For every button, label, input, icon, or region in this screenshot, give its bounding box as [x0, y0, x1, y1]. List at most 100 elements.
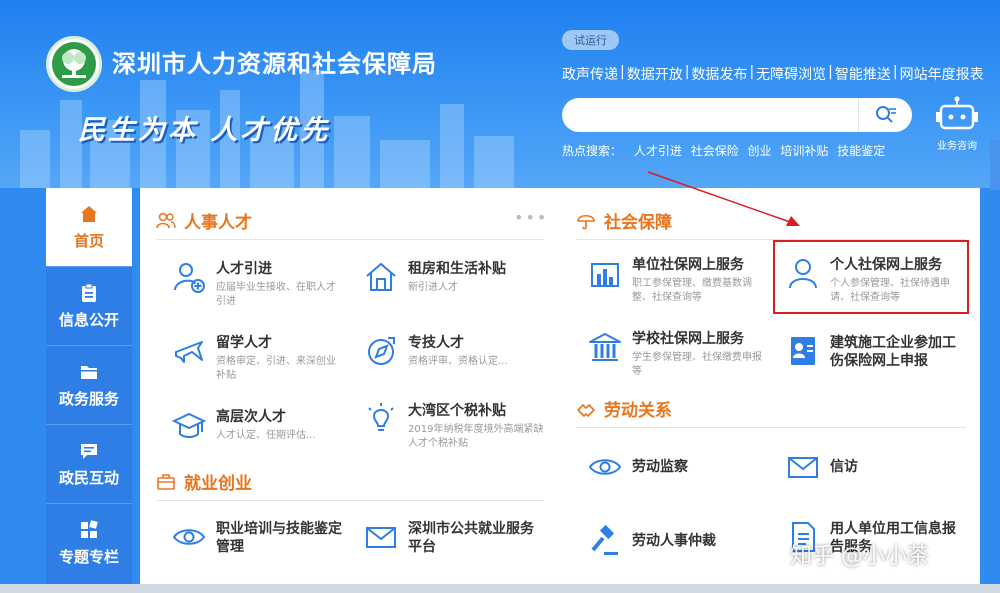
service-item-high-level-talent[interactable]: 高层次人才人才认定、任期评估... — [172, 408, 342, 443]
nav-label: 政民互动 — [58, 468, 119, 487]
eye-icon — [172, 529, 206, 545]
item-title: 留学人才 — [216, 335, 272, 351]
compass-icon — [368, 337, 395, 365]
nav-label: 信息公开 — [58, 310, 119, 329]
person-icon — [789, 259, 817, 289]
chat-icon — [81, 443, 97, 459]
service-item-school-social-security[interactable]: 学校社保网上服务 学生参保管理、社保缴费申报等 — [588, 330, 764, 379]
item-title: 学校社保网上服务 — [632, 331, 744, 347]
item-desc: 人才认定、任期评估... — [216, 430, 316, 441]
site-title[interactable]: 深圳市人力资源和社会保障局 — [112, 44, 437, 79]
folder-icon — [81, 365, 97, 379]
item-title: 租房和生活补贴 — [408, 261, 506, 277]
watermark: 知乎 @小小茶 — [790, 544, 929, 569]
clipboard-icon — [82, 283, 96, 302]
item-desc: 资格审定、引进、来深创业补贴 — [216, 356, 336, 381]
nav-item-info-disclosure[interactable]: 信息公开 — [46, 267, 132, 346]
user-add-icon — [174, 263, 205, 293]
section-title: 人事人才 — [184, 213, 252, 233]
item-title: 大湾区个税补贴 — [408, 403, 506, 419]
hot-search-item[interactable]: 社会保险 — [691, 144, 739, 158]
item-title: 职业培训与技能鉴定管理 — [216, 521, 342, 555]
hot-search-item[interactable]: 人才引进 — [634, 144, 682, 158]
service-item-overseas-talent[interactable]: 留学人才资格审定、引进、来深创业补贴 — [172, 334, 342, 383]
top-link-data-open[interactable]: 数据开放 — [627, 64, 683, 84]
nav-label: 专题专栏 — [58, 548, 119, 566]
robot-icon — [936, 96, 978, 130]
trial-badge: 试运行 — [562, 30, 619, 50]
section-labor-relations-header: 劳动关系 — [576, 396, 966, 428]
side-float-tab[interactable] — [990, 140, 1000, 190]
consult-robot-button[interactable]: 业务咨询 — [932, 96, 982, 152]
service-item-rent-subsidy[interactable]: 租房和生活补贴新引进人才 — [364, 260, 544, 295]
nav-item-special-topics[interactable]: 专题专栏 — [46, 504, 132, 583]
service-item-gba-tax-subsidy[interactable]: 大湾区个税补贴 2019年纳税年度境外高端紧缺人才个税补贴 — [364, 402, 548, 451]
nav-item-home[interactable]: 首页 — [46, 188, 132, 267]
more-dots-icon[interactable]: ••• — [514, 208, 548, 227]
section-talent-header: 人事人才 — [156, 208, 544, 240]
item-title: 建筑施工企业参加工伤保险网上申报 — [830, 335, 956, 369]
service-item-labor-inspection[interactable]: 劳动监察 — [588, 450, 764, 484]
service-item-vocational-training[interactable]: 职业培训与技能鉴定管理 — [172, 520, 342, 556]
main-panel: 人事人才 ••• 人才引进应届毕业生接收、在职人才引进 租房和生活补贴新引进人才… — [140, 188, 980, 584]
handshake-icon — [577, 403, 595, 417]
hot-search-item[interactable]: 创业 — [748, 144, 772, 158]
top-link-annual-report[interactable]: 网站年度报表 — [900, 64, 984, 84]
item-desc: 个人参保管理、社保待遇申请、社保查询等 — [830, 278, 950, 303]
item-title: 劳动监察 — [632, 459, 688, 475]
school-icon — [589, 333, 621, 361]
search-icon — [875, 106, 896, 123]
umbrella-icon — [577, 214, 595, 229]
house-icon — [366, 262, 396, 291]
item-title: 人才引进 — [216, 261, 272, 277]
hot-search-item[interactable]: 技能鉴定 — [837, 144, 885, 158]
home-icon — [81, 205, 97, 222]
bottom-scroll-bar[interactable] — [0, 584, 1000, 593]
search-button[interactable] — [858, 98, 912, 132]
section-title: 社会保障 — [604, 213, 672, 233]
building-chart-icon — [591, 263, 619, 287]
service-item-public-employment-platform[interactable]: 深圳市公共就业服务平台 — [364, 520, 544, 556]
item-title: 高层次人才 — [216, 409, 286, 425]
nav-label: 首页 — [73, 231, 104, 250]
hot-search-label: 热点搜索： — [562, 144, 623, 158]
slogan: 民生为本 人才优先 — [78, 115, 331, 146]
id-card-icon — [791, 337, 815, 365]
top-link-policy[interactable]: 政声传递 — [562, 64, 618, 84]
item-desc: 新引进人才 — [408, 282, 458, 293]
item-title: 劳动人事仲裁 — [632, 533, 716, 549]
bureau-logo[interactable] — [46, 36, 102, 92]
top-link-data-release[interactable]: 数据发布 — [691, 64, 747, 84]
airplane-icon — [175, 341, 203, 363]
service-item-employer-social-security[interactable]: 单位社保网上服务 职工参保管理、缴费基数调整、社保查询等 — [588, 256, 764, 305]
site-header: 深圳市人力资源和社会保障局 民生为本 人才优先 试运行 政声传递 | 数据开放 | … — [0, 0, 1000, 188]
eye-icon — [588, 459, 622, 475]
service-item-professional-talent[interactable]: 专技人才 资格评审、资格认定... — [364, 334, 544, 369]
grid-icon — [81, 520, 98, 538]
envelope-icon — [788, 457, 818, 478]
item-desc: 2019年纳税年度境外高端紧缺人才个税补贴 — [408, 424, 544, 449]
nav-item-gov-service[interactable]: 政务服务 — [46, 346, 132, 425]
nav-item-interaction[interactable]: 政民互动 — [46, 425, 132, 504]
briefcase-icon — [157, 473, 175, 490]
graduation-cap-icon — [172, 412, 206, 438]
top-link-smart-push[interactable]: 智能推送 — [835, 64, 891, 84]
item-title: 专技人才 — [408, 335, 464, 351]
nav-label: 政务服务 — [58, 389, 119, 408]
item-desc: 应届毕业生接收、在职人才引进 — [216, 282, 336, 307]
service-item-talent-intro[interactable]: 人才引进应届毕业生接收、在职人才引进 — [172, 260, 342, 309]
top-link-accessibility[interactable]: 无障碍浏览 — [756, 64, 826, 84]
search-input[interactable] — [562, 98, 858, 132]
service-item-personal-social-security[interactable]: 个人社保网上服务个人参保管理、社保待遇申请、社保查询等 — [786, 256, 960, 305]
item-title: 个人社保网上服务 — [830, 257, 942, 273]
item-title: 深圳市公共就业服务平台 — [408, 521, 534, 555]
item-desc: 职工参保管理、缴费基数调整、社保查询等 — [632, 278, 752, 303]
top-links: 政声传递 | 数据开放 | 数据发布 | 无障碍浏览 | 智能推送 | 网站年度报表 — [562, 64, 984, 84]
service-item-labor-arbitration[interactable]: 劳动人事仲裁 — [588, 524, 764, 558]
service-item-petition[interactable]: 信访 — [786, 450, 962, 484]
section-title: 劳动关系 — [604, 401, 672, 421]
section-social-security-header: 社会保障 — [576, 208, 966, 240]
envelope-icon — [366, 527, 396, 548]
hot-search-item[interactable]: 培训补贴 — [780, 144, 828, 158]
service-item-construction-injury-insurance[interactable]: 建筑施工企业参加工伤保险网上申报 — [786, 334, 966, 370]
